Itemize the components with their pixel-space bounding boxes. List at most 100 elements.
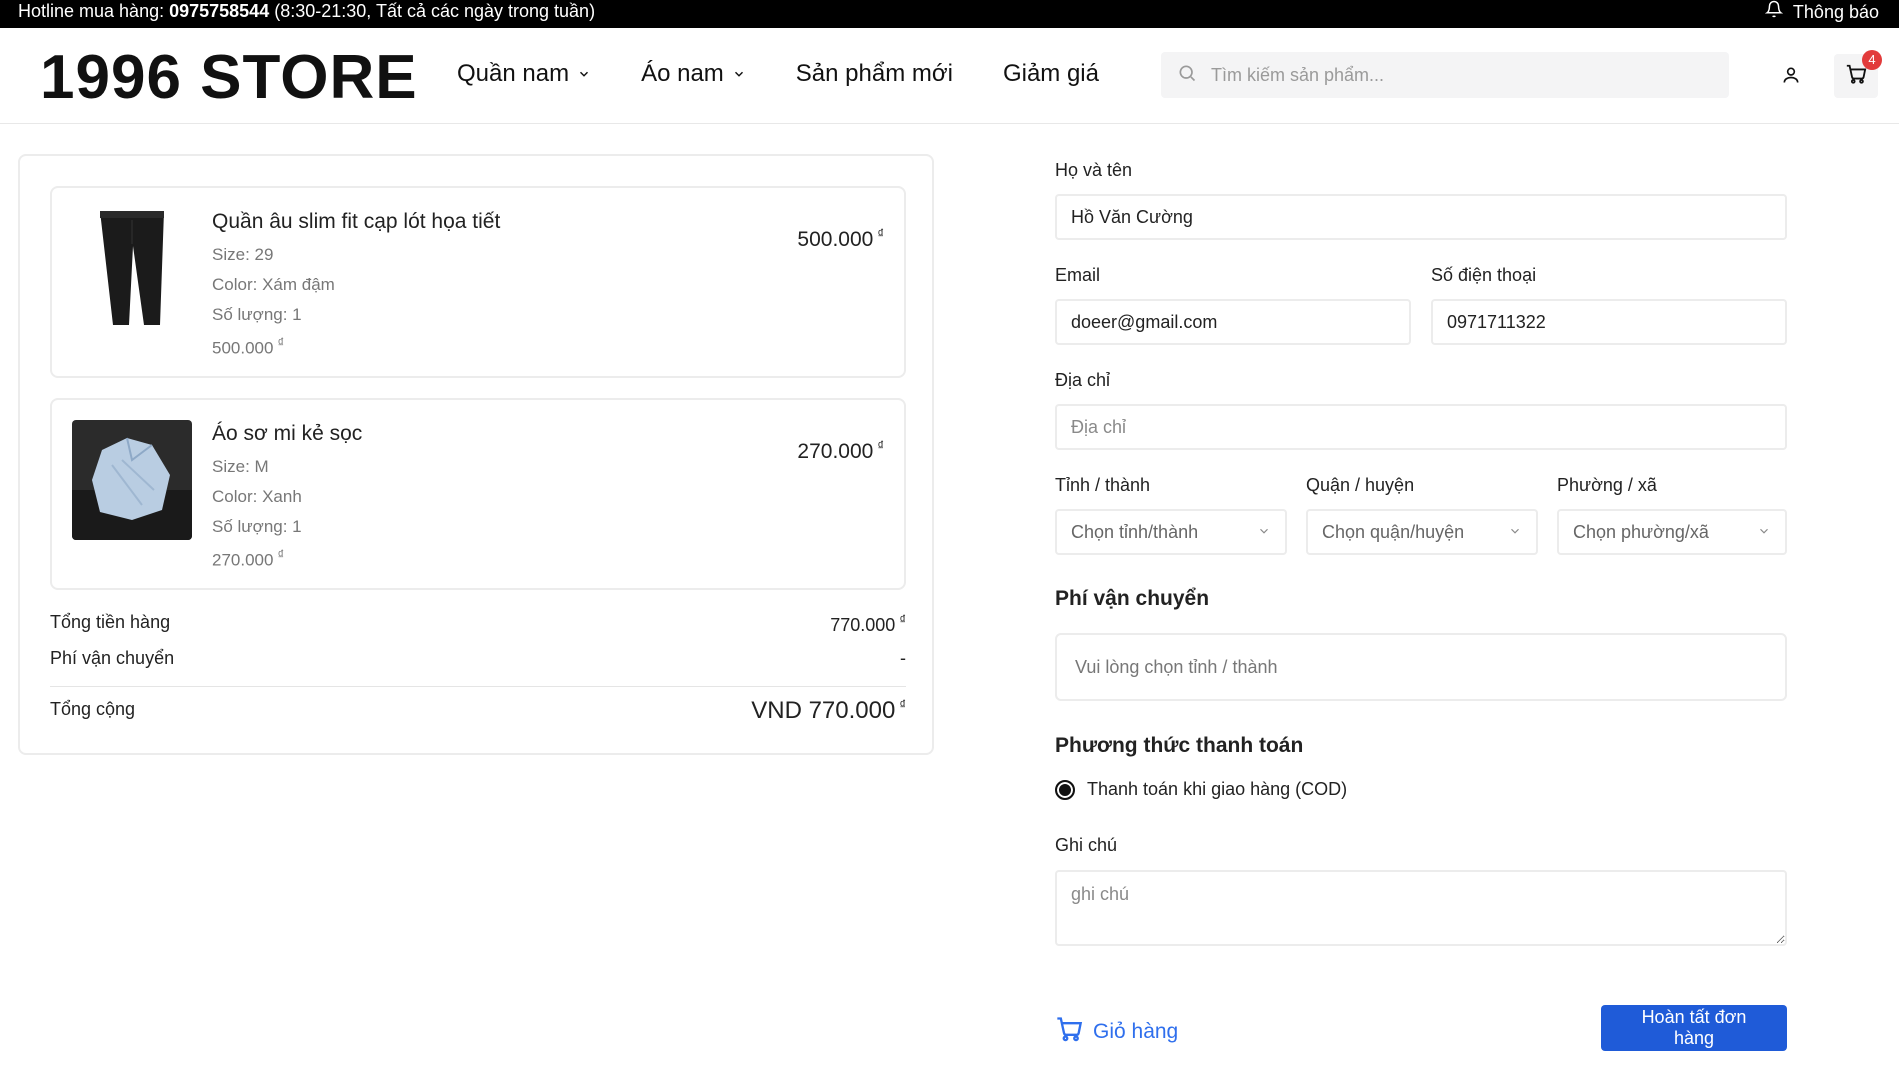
hotline-hours: (8:30-21:30, Tất cả các ngày trong tuần): [269, 1, 596, 21]
order-item: Quần âu slim fit cạp lót họa tiết Size: …: [50, 186, 906, 378]
order-summary-card: Quần âu slim fit cạp lót họa tiết Size: …: [18, 154, 934, 755]
cart-count-badge: 4: [1862, 50, 1882, 70]
search-icon[interactable]: [1177, 63, 1197, 88]
nav-item-giam-gia[interactable]: Giảm giá: [1003, 60, 1099, 88]
nav-item-quan-nam[interactable]: Quần nam: [457, 60, 591, 88]
product-color: Color: Xanh: [212, 487, 302, 506]
district-select[interactable]: Chọn quận/huyện: [1306, 509, 1538, 555]
product-size: Size: 29: [212, 245, 274, 264]
complete-order-button[interactable]: Hoàn tất đơn hàng: [1601, 1005, 1787, 1051]
chevron-down-icon: [577, 60, 591, 88]
product-image-trousers: [72, 208, 192, 328]
nav-label: Sản phẩm mới: [795, 60, 953, 87]
province-label: Tỉnh / thành: [1055, 475, 1151, 495]
user-icon: [1781, 65, 1801, 90]
cart-icon: [1055, 1015, 1083, 1049]
payment-option-label: Thanh toán khi giao hàng (COD): [1087, 779, 1348, 799]
nav-label: Giảm giá: [1002, 60, 1099, 87]
currency-symbol: ₫: [899, 612, 906, 627]
total-amount: VND 770.000: [751, 697, 896, 724]
ward-select-value: Chọn phường/xã: [1573, 521, 1709, 542]
note-label: Ghi chú: [1055, 835, 1118, 855]
product-name[interactable]: Áo sơ mi kẻ sọc: [212, 422, 362, 446]
phone-label: Số điện thoại: [1431, 265, 1537, 285]
unit-price-value: 270.000: [212, 550, 274, 570]
order-totals: Tổng tiền hàng 770.000 ₫ Phí vận chuyển -…: [50, 606, 906, 736]
nav-item-san-pham-moi[interactable]: Sản phẩm mới: [796, 60, 953, 88]
product-unit-price: 270.000 ₫: [212, 547, 284, 571]
ward-select[interactable]: Chọn phường/xã: [1557, 509, 1787, 555]
product-line-price: 270.000 ₫: [797, 438, 884, 464]
shipping-fee-note: Vui lòng chọn tỉnh / thành: [1075, 656, 1278, 677]
currency-symbol: ₫: [877, 438, 884, 453]
currency-symbol: ₫: [277, 547, 285, 562]
main-nav: Quần nam Áo nam Sản phẩm mới Giảm giá: [457, 60, 1099, 88]
store-logo[interactable]: 1996 STORE: [40, 42, 418, 113]
cart-button[interactable]: 4: [1834, 50, 1882, 98]
subtotal-label: Tổng tiền hàng: [50, 612, 171, 632]
chevron-down-icon: [1257, 522, 1271, 543]
shipping-value: -: [900, 648, 906, 668]
district-select-value: Chọn quận/huyện: [1322, 521, 1465, 542]
nav-label: Áo nam: [641, 60, 724, 87]
shipping-row: Phí vận chuyển -: [50, 642, 906, 678]
unit-price-value: 500.000: [212, 338, 274, 358]
product-quantity: Số lượng: 1: [212, 517, 302, 536]
province-select-value: Chọn tỉnh/thành: [1071, 521, 1199, 542]
notification-button[interactable]: Thông báo: [1764, 0, 1879, 23]
product-name[interactable]: Quần âu slim fit cạp lót họa tiết: [212, 210, 500, 234]
site-header: 1996 STORE Quần nam Áo nam Sản phẩm mới …: [0, 28, 1899, 124]
top-announcement-bar: Hotline mua hàng: 0975758544 (8:30-21:30…: [0, 0, 1899, 28]
ward-label: Phường / xã: [1557, 475, 1657, 495]
payment-option-cod[interactable]: Thanh toán khi giao hàng (COD): [1055, 779, 1347, 800]
shipping-fee-title: Phí vận chuyển: [1055, 587, 1210, 610]
line-price-value: 270.000: [797, 440, 874, 463]
product-unit-price: 500.000 ₫: [212, 335, 284, 359]
product-size: Size: M: [212, 457, 269, 476]
search-input[interactable]: [1211, 64, 1691, 86]
product-line-price: 500.000 ₫: [797, 226, 884, 252]
shipping-fee-box: Vui lòng chọn tỉnh / thành: [1055, 633, 1787, 701]
fullname-label: Họ và tên: [1055, 160, 1133, 180]
account-button[interactable]: [1776, 62, 1806, 92]
hotline-label: Hotline mua hàng:: [18, 1, 170, 21]
product-quantity: Số lượng: 1: [212, 305, 302, 324]
back-to-cart-link[interactable]: Giỏ hàng: [1055, 1015, 1178, 1049]
back-to-cart-label: Giỏ hàng: [1093, 1020, 1179, 1043]
total-row: Tổng cộng VND 770.000 ₫: [50, 686, 906, 736]
chevron-down-icon: [1508, 522, 1522, 543]
total-label: Tổng cộng: [50, 699, 136, 719]
order-item: Áo sơ mi kẻ sọc Size: M Color: Xanh Số l…: [50, 398, 906, 590]
subtotal-value: 770.000 ₫: [830, 612, 906, 636]
note-textarea[interactable]: [1055, 870, 1787, 946]
hotline-text: Hotline mua hàng: 0975758544 (8:30-21:30…: [18, 0, 595, 22]
search-bar: [1161, 52, 1729, 98]
line-price-value: 500.000: [797, 228, 874, 251]
address-label: Địa chỉ: [1055, 370, 1111, 390]
nav-label: Quần nam: [457, 60, 570, 87]
total-value: VND 770.000 ₫: [751, 697, 906, 725]
currency-symbol: ₫: [877, 226, 884, 241]
payment-method-title: Phương thức thanh toán: [1055, 734, 1304, 757]
radio-selected-icon[interactable]: [1055, 779, 1075, 800]
hotline-number: 0975758544: [169, 1, 270, 21]
chevron-down-icon: [1757, 522, 1771, 543]
currency-symbol: ₫: [277, 335, 285, 350]
subtotal-row: Tổng tiền hàng 770.000 ₫: [50, 606, 906, 642]
district-label: Quận / huyện: [1306, 475, 1415, 495]
email-input[interactable]: [1055, 299, 1411, 345]
address-input[interactable]: [1055, 404, 1787, 450]
product-color: Color: Xám đậm: [212, 275, 335, 294]
email-label: Email: [1055, 265, 1101, 285]
subtotal-amount: 770.000: [830, 615, 896, 635]
nav-item-ao-nam[interactable]: Áo nam: [641, 60, 746, 88]
phone-input[interactable]: [1431, 299, 1787, 345]
bell-icon: [1764, 0, 1784, 23]
fullname-input[interactable]: [1055, 194, 1787, 240]
shipping-label: Phí vận chuyển: [50, 648, 175, 668]
notification-label: Thông báo: [1792, 1, 1879, 22]
currency-symbol: ₫: [899, 697, 906, 712]
chevron-down-icon: [732, 60, 746, 88]
province-select[interactable]: Chọn tỉnh/thành: [1055, 509, 1287, 555]
product-image-shirt: [72, 420, 192, 540]
